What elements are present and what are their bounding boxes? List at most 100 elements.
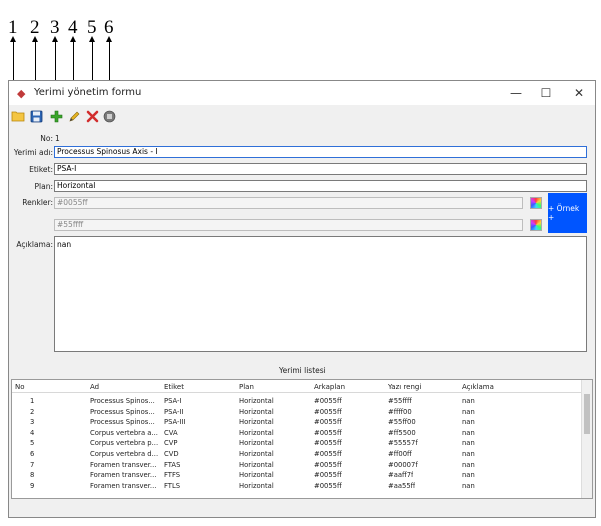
table-cell: 6 <box>30 450 35 458</box>
col-header-plane[interactable]: Plan <box>239 383 254 391</box>
table-cell: 4 <box>30 428 35 437</box>
bookmark-list-table[interactable]: No Ad Etiket Plan Arkaplan Yazı rengi Aç… <box>11 379 593 499</box>
table-cell: CVD <box>164 450 179 458</box>
table-cell: #0055ff <box>314 439 342 448</box>
delete-button[interactable] <box>84 108 100 124</box>
description-label: Açıklama: <box>16 240 53 249</box>
callout-arrow-5 <box>89 36 95 42</box>
table-cell: #00007f <box>388 460 418 469</box>
save-button[interactable] <box>28 108 44 124</box>
table-cell: nan <box>462 407 475 416</box>
colors-label: Renkler: <box>22 198 53 207</box>
table-cell: Horizontal <box>239 418 274 427</box>
description-text: nan <box>57 240 72 249</box>
color-sample-label: + Örnek + <box>548 204 580 222</box>
add-button[interactable] <box>48 108 64 124</box>
minimize-button[interactable]: — <box>502 84 530 102</box>
table-cell: Horizontal <box>239 481 274 490</box>
callout-3: 3 <box>50 17 60 38</box>
table-cell: 3 <box>30 418 35 427</box>
col-header-no[interactable]: No <box>15 383 25 391</box>
callout-arrow-6 <box>106 36 112 42</box>
table-cell: #ff5500 <box>388 428 416 437</box>
table-cell: PSA-III <box>164 418 186 427</box>
table-row[interactable]: 9 Foramen transver... FTLS Horizontal #0055f… <box>12 482 592 490</box>
open-button[interactable] <box>10 108 26 124</box>
table-cell: #0055ff <box>314 481 342 490</box>
table-cell: 8 <box>30 471 35 480</box>
col-header-background[interactable]: Arkaplan <box>314 383 345 391</box>
table-cell: nan <box>462 471 475 480</box>
table-cell: nan <box>462 418 475 427</box>
table-row[interactable]: 4 Corpus vertebra a... CVA Horizontal #0055f… <box>12 429 592 437</box>
table-cell: #0055ff <box>314 471 342 480</box>
callout-4: 4 <box>68 17 78 38</box>
col-header-name[interactable]: Ad <box>90 383 99 391</box>
table-cell: 9 <box>30 481 35 490</box>
table-cell: #ffff00 <box>388 407 412 416</box>
plane-field[interactable]: Horizontal <box>54 180 587 192</box>
table-cell: Horizontal <box>239 450 274 458</box>
table-cell: Horizontal <box>239 407 274 416</box>
description-textarea[interactable]: nan <box>54 236 587 352</box>
table-cell: CVA <box>164 428 178 437</box>
color-sample-preview: + Örnek + <box>548 193 587 233</box>
table-cell: #aa55ff <box>388 481 416 490</box>
table-row[interactable]: 1 Processus Spinos... PSA-I Horizontal #0055… <box>12 397 592 405</box>
tag-field[interactable]: PSA-I <box>54 163 587 175</box>
fg-color-picker-button[interactable] <box>530 219 542 231</box>
table-row[interactable]: 7 Foramen transver... FTAS Horizontal #0055f… <box>12 461 592 469</box>
stop-icon <box>103 110 115 122</box>
table-cell: nan <box>462 481 475 490</box>
name-field[interactable]: Processus Spinosus Axis - I <box>54 146 587 158</box>
table-cell: #0055ff <box>314 407 342 416</box>
table-cell: nan <box>462 439 475 448</box>
table-cell: Processus Spinos... <box>90 397 155 405</box>
callout-arrow-1 <box>10 36 16 42</box>
callout-arrow-2 <box>32 36 38 42</box>
table-row[interactable]: 5 Corpus vertebra p... CVP Horizontal #0055f… <box>12 439 592 447</box>
col-header-text-color[interactable]: Yazı rengi <box>388 383 421 391</box>
table-cell: nan <box>462 450 475 458</box>
table-cell: #55557f <box>388 439 418 448</box>
table-cell: CVP <box>164 439 178 448</box>
table-row[interactable]: 3 Processus Spinos... PSA-III Horizontal #00… <box>12 418 592 426</box>
table-cell: Corpus vertebra a... <box>90 428 158 437</box>
toolbar <box>9 106 595 126</box>
table-cell: FTAS <box>164 460 181 469</box>
table-cell: Horizontal <box>239 428 274 437</box>
col-header-description[interactable]: Açıklama <box>462 383 494 391</box>
callout-arrow-3 <box>52 36 58 42</box>
stop-button[interactable] <box>101 108 117 124</box>
fg-color-field[interactable]: #55ffff <box>54 219 523 231</box>
table-row[interactable]: 8 Foramen transver... FTFS Horizontal #0055f… <box>12 471 592 479</box>
no-value: 1 <box>55 134 60 143</box>
table-cell: PSA-II <box>164 407 184 416</box>
maximize-button[interactable]: ☐ <box>532 84 560 102</box>
scrollbar-thumb[interactable] <box>584 394 590 434</box>
table-cell: Horizontal <box>239 471 274 480</box>
bookmark-manager-window: ◆ Yerimi yönetim formu — ☐ ✕ No: 1 Yerim… <box>8 80 596 518</box>
table-cell: Corpus vertebra d... <box>90 450 159 458</box>
table-scrollbar[interactable] <box>581 380 592 498</box>
table-cell: #ff00ff <box>388 450 412 458</box>
bg-color-field[interactable]: #0055ff <box>54 197 523 209</box>
close-button[interactable]: ✕ <box>565 84 593 102</box>
table-row[interactable]: 6 Corpus vertebra d... CVD Horizontal #0055f… <box>12 450 592 458</box>
edit-button[interactable] <box>66 108 82 124</box>
tag-label: Etiket: <box>29 165 53 174</box>
table-cell: 7 <box>30 460 35 469</box>
save-icon <box>30 110 42 122</box>
bg-color-picker-button[interactable] <box>530 197 542 209</box>
col-header-tag[interactable]: Etiket <box>164 383 184 391</box>
table-cell: nan <box>462 397 475 405</box>
name-label: Yerimi adı: <box>13 148 53 157</box>
table-row[interactable]: 2 Processus Spinos... PSA-II Horizontal #005… <box>12 408 592 416</box>
table-cell: Foramen transver... <box>90 471 157 480</box>
table-header: No Ad Etiket Plan Arkaplan Yazı rengi Aç… <box>12 380 592 393</box>
delete-icon <box>86 110 98 122</box>
table-cell: Corpus vertebra p... <box>90 439 159 448</box>
callout-arrow-4 <box>70 36 76 42</box>
window-title: Yerimi yönetim formu <box>34 87 142 98</box>
table-cell: #0055ff <box>314 397 342 405</box>
